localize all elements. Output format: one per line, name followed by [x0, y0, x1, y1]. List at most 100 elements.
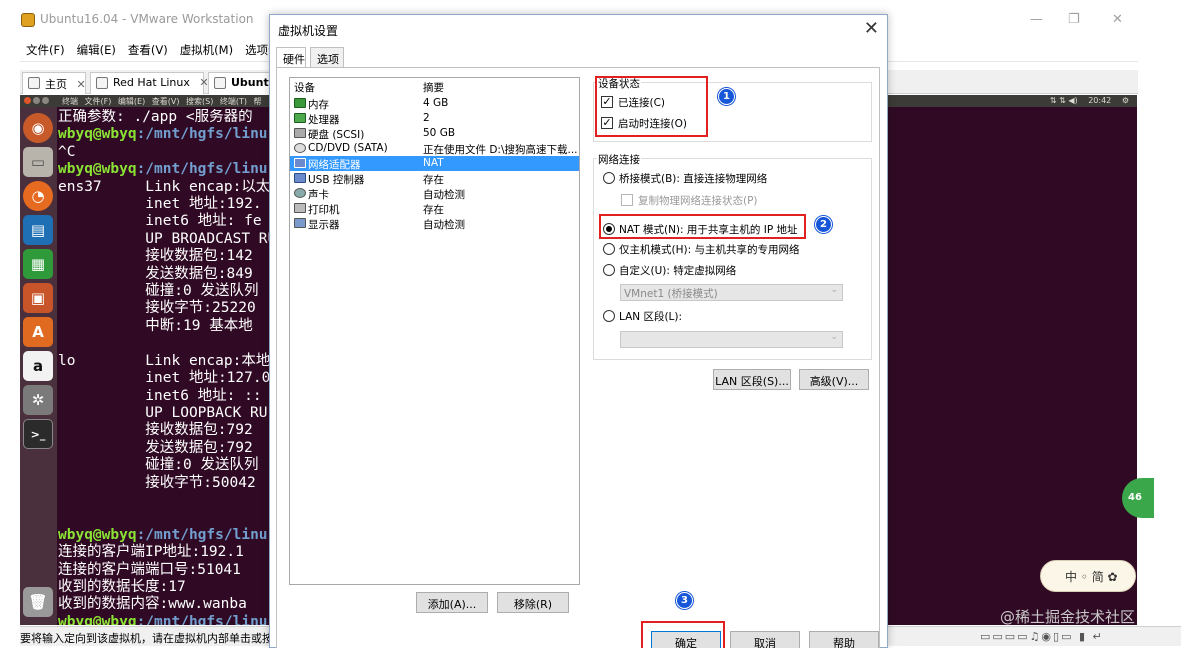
custom-radio[interactable]	[603, 264, 615, 276]
device-row-snd[interactable]: 声卡 自动检测	[290, 186, 579, 201]
prompt-user: wbyq@wbyq	[58, 613, 137, 625]
home-icon	[28, 77, 40, 89]
device-row-mon[interactable]: 显示器 自动检测	[290, 216, 579, 231]
device-status-icons[interactable]: ▭▭▭▭♫◉▯▭ ▮ ↵	[980, 630, 1104, 643]
col-device: 设备	[294, 82, 315, 94]
custom-network-value: VMnet1 (桥接模式)	[624, 288, 718, 300]
device-name: 显示器	[308, 219, 340, 231]
cancel-button[interactable]: 取消	[730, 631, 800, 648]
col-summary: 摘要	[423, 82, 444, 94]
host-only-radio[interactable]	[603, 243, 615, 255]
tab-hardware[interactable]: 硬件	[276, 47, 306, 68]
status-text: 要将输入定向到该虚拟机，请在虚拟机内部单击或按 C	[20, 632, 285, 645]
device-summary: 50 GB	[423, 127, 456, 139]
prn-device-icon	[294, 203, 306, 213]
device-name: 声卡	[308, 189, 329, 201]
highlight-box-2	[599, 214, 806, 239]
dialog-titlebar: 虚拟机设置 ✕	[270, 15, 887, 45]
device-list[interactable]: 设备 摘要 内存 4 GB 处理器 2 硬盘 (SCSI) 50 GB CD/DVD (SA…	[289, 77, 580, 585]
advanced-button[interactable]: 高级(V)...	[799, 369, 869, 390]
vm-icon	[214, 77, 226, 89]
lan-segment-label[interactable]: LAN 区段(L):	[619, 309, 682, 324]
disk-device-icon	[294, 128, 306, 138]
device-row-cd[interactable]: CD/DVD (SATA) 正在使用文件 D:\搜狗高速下载...	[290, 141, 579, 156]
bridged-label[interactable]: 桥接模式(B): 直接连接物理网络	[619, 171, 767, 186]
close-window-icon[interactable]: ✕	[1112, 12, 1123, 27]
menu-file[interactable]: 文件(F)	[20, 36, 71, 58]
launcher-settings-icon[interactable]: ✲	[23, 385, 53, 415]
device-name: USB 控制器	[308, 174, 365, 186]
launcher-impress-icon[interactable]: ▣	[23, 283, 53, 313]
terminal-menu[interactable]: 终端 文件(F) 编辑(E) 查看(V) 搜索(S) 终端(T) 帮	[62, 96, 262, 107]
tab-options[interactable]: 选项	[310, 47, 344, 67]
dialog-body: 设备 摘要 内存 4 GB 处理器 2 硬盘 (SCSI) 50 GB CD/DVD (SA…	[276, 67, 880, 648]
remove-device-button[interactable]: 移除(R)	[497, 592, 569, 613]
custom-network-select: VMnet1 (桥接模式) ⌄	[620, 284, 843, 301]
net-device-icon	[294, 158, 306, 168]
tab-home[interactable]: 主页 ✕	[22, 72, 86, 94]
gear-icon[interactable]: ⚙	[1122, 96, 1129, 105]
side-float-badge[interactable]: 46	[1122, 478, 1154, 518]
launcher-term-icon[interactable]: >_	[23, 419, 53, 449]
lan-segments-button[interactable]: LAN 区段(S)...	[713, 369, 791, 390]
help-button[interactable]: 帮助	[809, 631, 879, 648]
indicator-icons[interactable]: ⇅ ⇅ ◀)	[1050, 96, 1078, 105]
vm-settings-dialog: 虚拟机设置 ✕ 硬件 选项 设备 摘要 内存 4 GB 处理器 2 硬盘 (SCSI) 5…	[269, 14, 888, 648]
launcher-store-icon[interactable]: A	[23, 317, 53, 347]
launcher-amazon-icon[interactable]: a	[23, 351, 53, 381]
window-buttons[interactable]	[24, 97, 51, 106]
add-device-button[interactable]: 添加(A)...	[416, 592, 488, 613]
launcher-trash-icon[interactable]: 🗑	[23, 587, 53, 617]
host-only-label[interactable]: 仅主机模式(H): 与主机共享的专用网络	[619, 242, 799, 257]
launcher-files-icon[interactable]: ▭	[23, 147, 53, 177]
ok-button[interactable]: 确定	[651, 631, 721, 648]
device-name: 内存	[308, 99, 329, 111]
menu-view[interactable]: 查看(V)	[122, 36, 174, 58]
lan-segment-radio[interactable]	[603, 310, 615, 322]
indicator-area: ⇅ ⇅ ◀) 20:42 ⚙	[1050, 96, 1129, 105]
maximize-icon[interactable]: ❐	[1068, 12, 1080, 27]
mascot-sticker: 中 ◦ 简 ✿	[1040, 560, 1136, 592]
tab-close-icon[interactable]: ✕	[77, 78, 86, 91]
device-row-prn[interactable]: 打印机 存在	[290, 201, 579, 216]
device-summary: 存在	[423, 204, 444, 216]
launcher-calc-icon[interactable]: ▦	[23, 249, 53, 279]
device-summary: 2	[423, 112, 430, 124]
vmware-app-icon	[21, 13, 35, 27]
replicate-label: 复制物理网络连接状态(P)	[638, 195, 758, 207]
launcher-ubuntu-icon[interactable]: ◉	[23, 113, 53, 143]
launcher-firefox-icon[interactable]: ◔	[23, 181, 53, 211]
minimize-icon[interactable]: —	[1030, 12, 1043, 27]
menu-vm[interactable]: 虚拟机(M)	[174, 36, 239, 58]
launcher-writer-icon[interactable]: ▤	[23, 215, 53, 245]
device-list-header: 设备 摘要	[290, 78, 579, 94]
device-summary: 自动检测	[423, 219, 465, 231]
prompt-path: :/mnt/hgfs/linu	[136, 526, 268, 543]
device-row-usb[interactable]: USB 控制器 存在	[290, 171, 579, 186]
chevron-down-icon: ⌄	[830, 332, 838, 342]
bridged-radio[interactable]	[603, 172, 615, 184]
mon-device-icon	[294, 218, 306, 228]
clock[interactable]: 20:42	[1088, 96, 1111, 105]
device-row-disk[interactable]: 硬盘 (SCSI) 50 GB	[290, 126, 579, 141]
highlight-box-1	[595, 76, 708, 137]
device-name: 打印机	[308, 204, 340, 216]
device-name: 处理器	[308, 114, 340, 126]
step-badge-1: 1	[718, 88, 735, 105]
tab-redhat-label: Red Hat Linux	[113, 76, 190, 89]
device-row-net[interactable]: 网络适配器 NAT	[290, 156, 579, 171]
menu-edit[interactable]: 编辑(E)	[71, 36, 122, 58]
cd-device-icon	[294, 143, 306, 153]
usb-device-icon	[294, 173, 306, 183]
snd-device-icon	[294, 188, 306, 198]
device-summary: 正在使用文件 D:\搜狗高速下载...	[423, 144, 578, 156]
tab-home-label: 主页	[45, 78, 67, 91]
device-row-cpu[interactable]: 处理器 2	[290, 111, 579, 126]
dialog-close-icon[interactable]: ✕	[864, 18, 879, 39]
tab-redhat[interactable]: Red Hat Linux ✕	[90, 72, 209, 94]
custom-label[interactable]: 自定义(U): 特定虚拟网络	[619, 263, 736, 278]
prompt-user: wbyq@wbyq	[58, 161, 137, 178]
tab-ubuntu[interactable]: Ubuntu1	[208, 72, 284, 94]
device-name: 硬盘 (SCSI)	[308, 129, 365, 141]
device-row-mem[interactable]: 内存 4 GB	[290, 96, 579, 111]
